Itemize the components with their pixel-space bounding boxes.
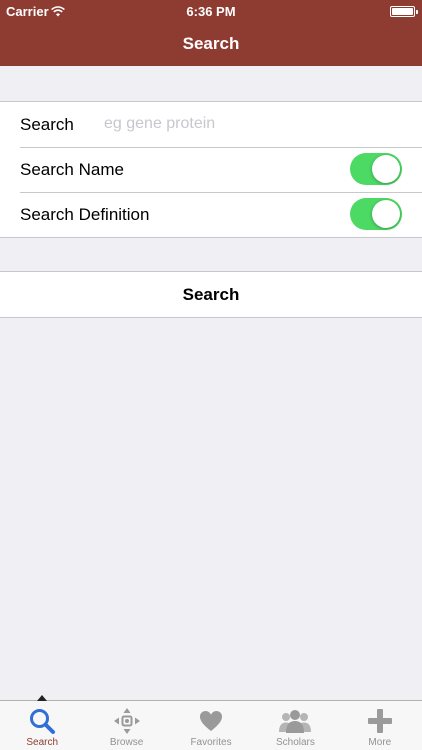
search-action-group: Search: [0, 271, 422, 318]
search-label: Search: [20, 114, 74, 134]
tab-label: Search: [26, 737, 59, 748]
navigation-bar: Carrier 6:36 PM Search: [0, 0, 422, 66]
tab-label: Scholars: [275, 737, 315, 748]
page-title: Search: [182, 34, 240, 53]
search-definition-toggle[interactable]: [350, 198, 402, 230]
toggle-knob: [372, 200, 400, 228]
search-button[interactable]: Search: [0, 272, 422, 317]
search-row: Search: [0, 102, 422, 147]
tab-label: More: [368, 737, 392, 748]
tab-label: Browse: [109, 737, 144, 748]
battery-icon: [390, 6, 418, 17]
toggle-knob: [372, 155, 400, 183]
people-icon: [278, 706, 312, 736]
tab-favorites[interactable]: Favorites: [169, 701, 253, 750]
tab-label: Favorites: [190, 737, 232, 748]
status-time: 6:36 PM: [186, 4, 236, 19]
search-options-group: Search Search Name Search Definition: [0, 101, 422, 238]
search-name-row: Search Name: [0, 147, 422, 192]
search-input[interactable]: [104, 102, 404, 146]
search-definition-row: Search Definition: [0, 192, 422, 237]
selected-tab-indicator: [37, 695, 48, 701]
plus-icon: [367, 706, 393, 736]
battery-level: [392, 8, 413, 15]
status-bar: Carrier 6:36 PM: [0, 0, 422, 22]
tab-bar: Search Browse Favorites Scholars More: [0, 695, 422, 750]
search-definition-label: Search Definition: [20, 204, 150, 224]
tab-search[interactable]: Search: [0, 695, 84, 750]
magnifier-icon: [28, 706, 56, 736]
browse-arrows-icon: [113, 706, 141, 736]
tab-more[interactable]: More: [338, 701, 422, 750]
search-name-label: Search Name: [20, 159, 124, 179]
tab-scholars[interactable]: Scholars: [253, 701, 337, 750]
search-name-toggle[interactable]: [350, 153, 402, 185]
tab-browse[interactable]: Browse: [84, 701, 168, 750]
heart-icon: [198, 706, 224, 736]
